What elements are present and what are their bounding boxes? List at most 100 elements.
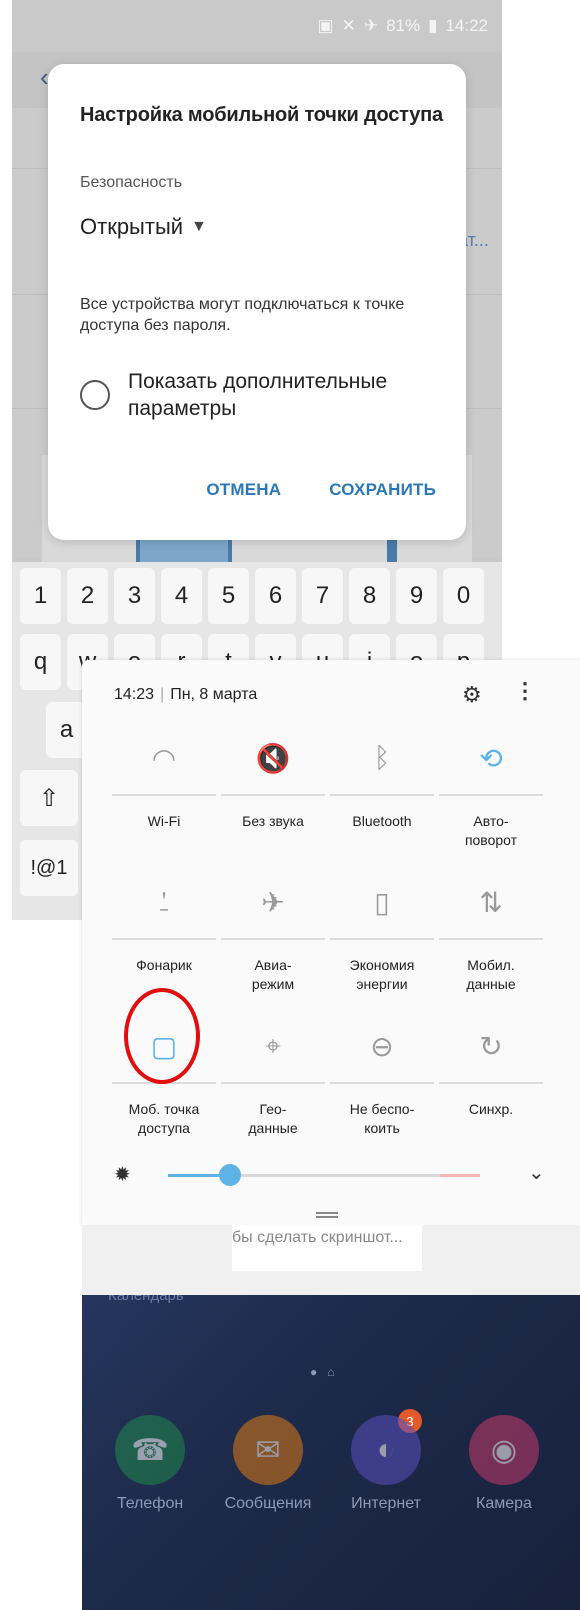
advanced-options-toggle[interactable]: Показать дополнительные параметры bbox=[80, 368, 418, 422]
qs-tile-sync[interactable]: ↻ Синхр. bbox=[436, 1024, 546, 1119]
tile-divider bbox=[439, 938, 543, 940]
security-value: Открытый bbox=[80, 214, 184, 239]
tile-divider bbox=[112, 938, 216, 940]
key-q[interactable]: q bbox=[20, 634, 61, 690]
security-dropdown[interactable]: Открытый ▼ bbox=[80, 214, 207, 240]
home-screen: Календарь ● ⌂ ☎ Телефон ✉ Сообщения 3 ◐ Интерне… bbox=[82, 1295, 580, 1610]
app-label: Сообщения bbox=[224, 1495, 312, 1512]
key-0[interactable]: 0 bbox=[443, 568, 484, 624]
key-8[interactable]: 8 bbox=[349, 568, 390, 624]
qs-tile-mobile-data[interactable]: ⇅ Мобил. данные bbox=[436, 880, 546, 994]
tile-divider bbox=[439, 794, 543, 796]
tile-label: Мобил. данные bbox=[466, 957, 516, 992]
app-label: Интернет bbox=[351, 1495, 421, 1512]
tile-label: Моб. точка доступа bbox=[128, 1101, 200, 1136]
tile-label: Синхр. bbox=[468, 1101, 514, 1117]
key-6[interactable]: 6 bbox=[255, 568, 296, 624]
keyboard-letter-row-2: a bbox=[20, 702, 87, 758]
tile-label: Bluetooth bbox=[352, 813, 412, 829]
status-time: 14:22 bbox=[445, 16, 488, 35]
keyboard-number-row: 1234567890 bbox=[20, 568, 484, 624]
qs-tile-bluetooth[interactable]: ᛒ Bluetooth bbox=[327, 736, 437, 831]
tile-divider bbox=[112, 794, 216, 796]
key-3[interactable]: 3 bbox=[114, 568, 155, 624]
tile-divider bbox=[330, 794, 434, 796]
more-options-icon[interactable]: ⋮ bbox=[514, 678, 536, 704]
mute-icon: 🔇 bbox=[255, 742, 291, 774]
save-button[interactable]: СОХРАНИТЬ bbox=[329, 480, 436, 500]
qs-tile-mute[interactable]: 🔇 Без звука bbox=[218, 736, 328, 831]
battery-percent: 81% bbox=[386, 16, 421, 35]
key-9[interactable]: 9 bbox=[396, 568, 437, 624]
tile-divider bbox=[221, 938, 325, 940]
quick-settings-panel: 14:23 | Пн, 8 марта ⚙ ⋮ ◠ Wi-Fi 🔇 Без звука ᛒ B… bbox=[82, 660, 580, 1225]
qs-tile-location[interactable]: ⌖ Гео- данные bbox=[218, 1024, 328, 1138]
bluetooth-icon: ᛒ bbox=[373, 742, 391, 773]
advanced-radio[interactable] bbox=[80, 380, 110, 410]
airplane-status-icon: ✈ bbox=[363, 16, 379, 35]
advanced-options-label: Показать дополнительные параметры bbox=[128, 370, 388, 420]
qs-tile-flashlight[interactable]: ⍘ Фонарик bbox=[109, 880, 219, 975]
tile-label: Авиа- режим bbox=[251, 957, 295, 992]
brightness-slider-handle[interactable] bbox=[219, 1164, 241, 1186]
home-dot-icon: ⌂ bbox=[327, 1365, 335, 1379]
key-a[interactable]: a bbox=[46, 702, 87, 758]
key-2[interactable]: 2 bbox=[67, 568, 108, 624]
key-4[interactable]: 4 bbox=[161, 568, 202, 624]
auto-rotate-icon: ⟲ bbox=[479, 742, 503, 774]
key-1[interactable]: 1 bbox=[20, 568, 61, 624]
phone-icon: ☎ bbox=[115, 1415, 185, 1485]
qs-header: 14:23 | Пн, 8 марта bbox=[114, 686, 258, 703]
screenshot-hint-area: бы сделать скриншот... bbox=[82, 1225, 580, 1295]
tile-divider bbox=[439, 1082, 543, 1084]
tile-divider bbox=[221, 1082, 325, 1084]
qs-tile-auto-rotate[interactable]: ⟲ Авто- поворот bbox=[436, 736, 546, 850]
tile-divider bbox=[330, 1082, 434, 1084]
dialog-buttons: ОТМЕНА СОХРАНИТЬ bbox=[206, 480, 436, 500]
brightness-icon: ✹ bbox=[114, 1164, 131, 1186]
qs-tile-wifi[interactable]: ◠ Wi-Fi bbox=[109, 736, 219, 831]
app-camera[interactable]: ◉ Камера bbox=[454, 1415, 554, 1513]
settings-gear-icon[interactable]: ⚙ bbox=[462, 682, 482, 708]
tile-label: Авто- поворот bbox=[464, 813, 518, 848]
app-phone[interactable]: ☎ Телефон bbox=[100, 1415, 200, 1513]
wifi-icon: ◠ bbox=[151, 742, 177, 774]
chevron-down-icon[interactable]: ⌄ bbox=[528, 1160, 545, 1185]
app-internet[interactable]: 3 ◐ Интернет bbox=[336, 1409, 436, 1513]
dialog-title: Настройка мобильной точки доступа bbox=[80, 104, 443, 126]
keyboard-letter-row-3: ⇧ bbox=[20, 770, 78, 826]
qs-time: 14:23 bbox=[114, 686, 155, 703]
keyboard-bottom-row: !@1 bbox=[20, 840, 78, 896]
battery-icon: ▮ bbox=[428, 16, 438, 35]
key-7[interactable]: 7 bbox=[302, 568, 343, 624]
panel-drag-handle[interactable] bbox=[316, 1212, 338, 1218]
screenshot-hint: бы сделать скриншот... bbox=[232, 1225, 422, 1271]
shift-key[interactable]: ⇧ bbox=[20, 770, 78, 826]
app-messages[interactable]: ✉ Сообщения bbox=[218, 1415, 318, 1513]
power-saving-icon: ▯ bbox=[374, 886, 390, 918]
qs-tile-power-saving[interactable]: ▯ Экономия энергии bbox=[327, 880, 437, 994]
tile-label: Экономия энергии bbox=[349, 957, 415, 992]
status-bar: ▣ ✕ ✈ 81% ▮ 14:22 bbox=[12, 0, 502, 52]
qs-tile-airplane[interactable]: ✈ Авиа- режим bbox=[218, 880, 328, 994]
mute-status-icon: ✕ bbox=[341, 16, 356, 35]
key-5[interactable]: 5 bbox=[208, 568, 249, 624]
calendar-widget-label: Календарь bbox=[108, 1295, 184, 1304]
location-icon: ⌖ bbox=[265, 1029, 281, 1061]
cancel-button[interactable]: ОТМЕНА bbox=[206, 480, 281, 500]
qs-tile-do-not-disturb[interactable]: ⊖ Не беспо- коить bbox=[327, 1024, 437, 1138]
hotspot-config-dialog: Настройка мобильной точки доступа Безопа… bbox=[48, 64, 466, 540]
app-label: Камера bbox=[476, 1495, 532, 1512]
tile-label: Без звука bbox=[242, 813, 304, 829]
flashlight-icon: ⍘ bbox=[155, 885, 173, 917]
brightness-track-end bbox=[440, 1174, 480, 1177]
mobile-data-icon: ⇅ bbox=[479, 886, 503, 918]
app-label: Телефон bbox=[116, 1495, 184, 1512]
symbols-key[interactable]: !@1 bbox=[20, 840, 78, 896]
page-indicator: ● ⌂ bbox=[310, 1365, 335, 1379]
do-not-disturb-icon: ⊖ bbox=[370, 1030, 394, 1062]
cast-icon: ▣ bbox=[317, 16, 334, 35]
camera-icon: ◉ bbox=[469, 1415, 539, 1485]
sync-icon: ↻ bbox=[479, 1030, 503, 1062]
tile-label: Фонарик bbox=[136, 957, 192, 973]
